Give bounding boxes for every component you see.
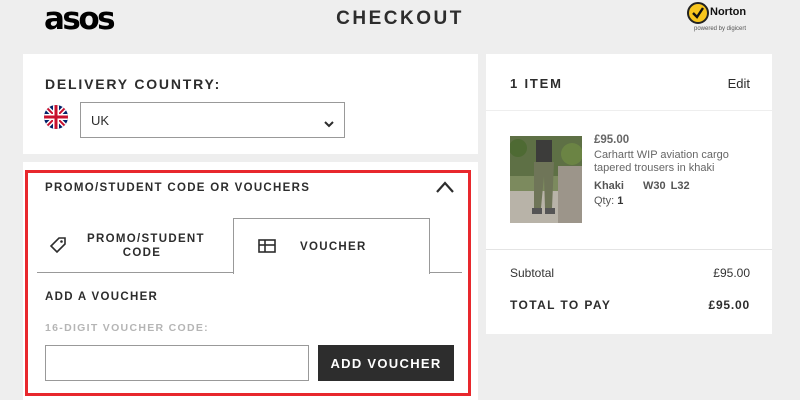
tab-voucher-label: VOUCHER xyxy=(300,241,367,253)
tag-icon xyxy=(49,236,67,259)
checkout-header: asos CHECKOUT Norton powered by digicert xyxy=(0,0,800,42)
subtotal-value: £95.00 xyxy=(713,266,750,280)
total-label: TOTAL TO PAY xyxy=(510,298,612,312)
delivery-country-select[interactable]: UK xyxy=(80,102,345,138)
product-price: £95.00 xyxy=(594,134,630,146)
tab-promo-student-code[interactable]: PROMO/STUDENT CODE xyxy=(37,218,233,273)
edit-link[interactable]: Edit xyxy=(728,76,750,91)
subtotal-label: Subtotal xyxy=(510,266,555,280)
chevron-up-icon[interactable] xyxy=(435,180,455,196)
promo-section-heading[interactable]: PROMO/STUDENT CODE OR VOUCHERS xyxy=(45,182,310,194)
norton-name: Norton xyxy=(710,6,747,18)
norton-subtext: powered by digicert xyxy=(694,26,747,32)
add-voucher-heading: ADD A VOUCHER xyxy=(45,291,159,303)
tab-promo-label: PROMO/STUDENT CODE xyxy=(87,233,205,259)
chevron-down-icon xyxy=(324,115,334,133)
product-name[interactable]: Carhartt WIP aviation cargo tapered trou… xyxy=(594,149,744,175)
summary-divider xyxy=(486,249,772,250)
delivery-country-label: DELIVERY COUNTRY: xyxy=(45,76,222,92)
delivery-country-card: DELIVERY COUNTRY: UK xyxy=(23,54,478,154)
total-value: £95.00 xyxy=(708,298,750,312)
qty-label: Qty: xyxy=(594,195,618,207)
product-image[interactable] xyxy=(510,136,582,223)
product-size: W30 L32 xyxy=(643,180,690,192)
page-title: CHECKOUT xyxy=(336,8,464,29)
voucher-card-icon xyxy=(258,239,276,258)
norton-check-icon xyxy=(687,2,709,24)
selected-country: UK xyxy=(91,113,110,128)
qty-value: 1 xyxy=(617,195,624,207)
add-voucher-button[interactable]: ADD VOUCHER xyxy=(318,345,454,381)
tab-voucher[interactable]: VOUCHER xyxy=(233,218,430,274)
product-qty: Qty: 1 xyxy=(594,195,623,207)
voucher-code-input[interactable] xyxy=(45,345,309,381)
order-summary-card: 1 ITEM Edit £95.00 Carhartt WIP aviation… xyxy=(486,54,772,334)
product-colour: Khaki xyxy=(594,180,624,192)
summary-divider xyxy=(486,110,772,111)
items-count: 1 ITEM xyxy=(510,76,563,91)
uk-flag-icon xyxy=(44,105,68,129)
norton-badge: Norton powered by digicert xyxy=(684,1,756,37)
voucher-code-label: 16-DIGIT VOUCHER CODE: xyxy=(45,322,209,334)
